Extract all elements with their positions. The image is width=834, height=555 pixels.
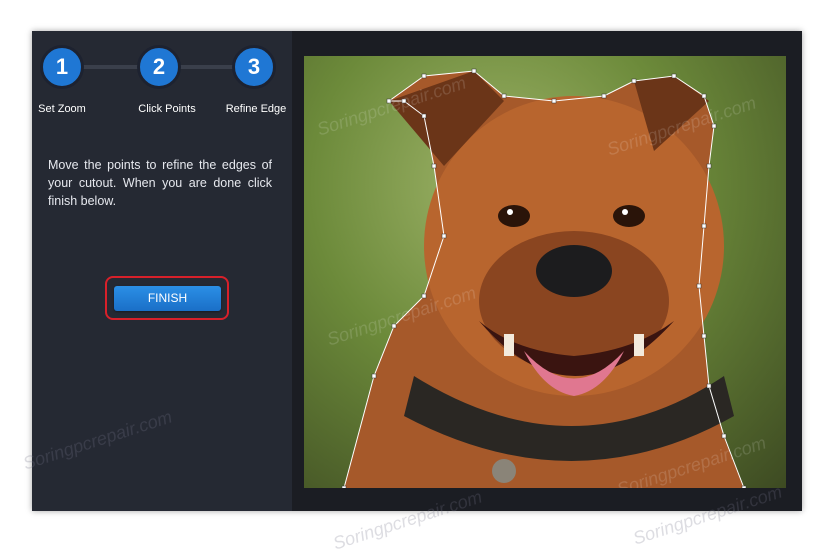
step-2-label: Click Points bbox=[138, 103, 196, 115]
step-2-badge[interactable]: 2 bbox=[137, 45, 181, 89]
step-1-badge[interactable]: 1 bbox=[40, 45, 84, 89]
dog-photo-canvas[interactable]: Soringpcrepair.com Soringpcrepair.com So… bbox=[304, 56, 786, 488]
step-3-label: Refine Edge bbox=[225, 103, 287, 115]
app-window: 1 2 3 Set Zoom Click Points Refine Edge … bbox=[32, 31, 802, 511]
finish-button[interactable]: FINISH bbox=[114, 286, 221, 311]
step-3-badge[interactable]: 3 bbox=[232, 45, 276, 89]
dog-image bbox=[341, 68, 747, 488]
canvas-stage: Soringpcrepair.com Soringpcrepair.com So… bbox=[292, 31, 802, 511]
instructions-text: Move the points to refine the edges of y… bbox=[48, 158, 272, 208]
finish-button-highlight: FINISH bbox=[105, 276, 229, 320]
step-1-label: Set Zoom bbox=[38, 103, 86, 115]
